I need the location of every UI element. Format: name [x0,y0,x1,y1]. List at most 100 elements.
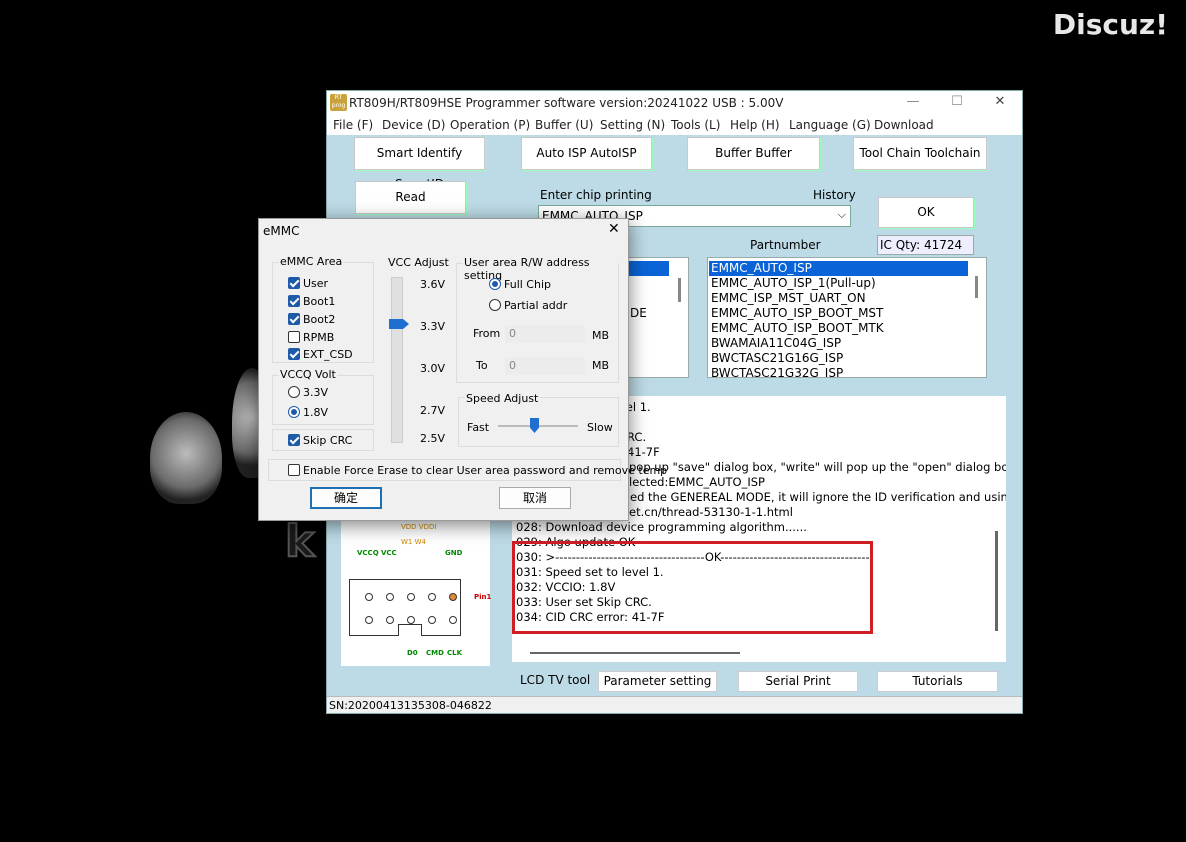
log-line: pop up "save" dialog box, "write" will p… [629,460,1006,474]
emmc-area-label: eMMC Area [279,255,344,268]
log-line: et.cn/thread-53130-1-1.html [629,505,793,519]
partial-addr-radio[interactable] [489,299,501,311]
skip-crc-checkbox[interactable] [288,434,300,446]
list-item[interactable]: DE [630,306,647,320]
list-item[interactable]: BWCTASC21G16G_ISP [711,351,843,366]
force-erase-label: Enable Force Erase to clear User area pa… [303,464,668,477]
vccq-3v3-radio[interactable] [288,386,300,398]
menu-download[interactable]: Download [874,118,934,132]
maximize-button[interactable]: ☐ [947,94,967,109]
boot1-checkbox-label: Boot1 [303,295,336,308]
window-title: RT809H/RT809HSE Programmer software vers… [349,96,784,110]
rpmb-checkbox-label: RPMB [303,331,335,344]
ext-csd-checkbox[interactable] [288,348,300,360]
vccq-1v8-label: 1.8V [303,406,329,419]
dialog-title: eMMC [263,224,300,238]
status-bar: SN:20200413135308-046822 [327,696,1022,713]
chevron-down-icon[interactable]: ⌵ [838,208,846,222]
vccq-label: VCCQ Volt [279,368,337,381]
menu-tools[interactable]: Tools (L) [671,118,720,132]
dialog-close-button[interactable]: ✕ [608,221,620,237]
list-item[interactable]: EMMC_AUTO_ISP_BOOT_MST [711,306,883,321]
skip-crc-label: Skip CRC [303,434,353,447]
vcc-tick: 2.7V [420,404,446,417]
lcd-tv-tool-label[interactable]: LCD TV tool [520,673,590,687]
connector-pins [365,593,457,624]
log-horizontal-scrollbar[interactable] [530,652,740,654]
chip-ok-button[interactable]: OK [878,197,974,228]
parameter-setting-button[interactable]: Parameter setting [598,671,717,692]
close-button[interactable]: ✕ [990,94,1010,109]
full-chip-radio[interactable] [489,278,501,290]
auto-isp-button[interactable]: Auto ISP AutoISP [521,137,652,170]
slow-label: Slow [587,421,613,434]
log-line: lected:EMMC_AUTO_ISP [629,475,765,489]
menu-buffer[interactable]: Buffer (U) [535,118,593,132]
log-vertical-scrollbar[interactable] [995,531,998,631]
menu-file[interactable]: File (F) [333,118,373,132]
boot2-checkbox[interactable] [288,313,300,325]
to-input[interactable]: 0 [505,357,585,375]
background-letter: k [284,515,315,568]
speed-label: Speed Adjust [465,392,540,405]
scrollbar[interactable] [678,278,681,302]
smart-identify-button[interactable]: Smart Identify SmartID [354,137,485,191]
watermark-logo: Discuz! [1052,8,1168,41]
vcc-slider-track[interactable] [391,277,403,443]
full-chip-label: Full Chip [504,278,551,291]
toolchain-button[interactable]: Tool Chain Toolchain [853,137,987,170]
list-item[interactable]: BWAMAIA11C04G_ISP [711,336,841,351]
menu-operation[interactable]: Operation (P) [450,118,530,132]
vcc-tick: 3.0V [420,362,446,375]
force-erase-checkbox[interactable] [288,464,300,476]
fast-label: Fast [467,421,490,434]
log-line: RC. [627,430,647,444]
list-item[interactable]: EMMC_ISP_MST_UART_ON [711,291,866,306]
history-label[interactable]: History [813,188,856,202]
from-label: From [473,327,501,340]
to-label: To [476,359,488,372]
serial-print-button[interactable]: Serial Print [738,671,858,692]
menu-help[interactable]: Help (H) [730,118,780,132]
title-bar: RT prog RT809H/RT809HSE Programmer softwa… [327,91,1022,115]
vcc-tick: 2.5V [420,432,446,445]
person-face [150,412,222,504]
emmc-pin-diagram: VDD VDDI W1 W4 VCCQ VCC GND Pin1 D0 CMD … [341,521,491,666]
tutorials-button[interactable]: Tutorials [877,671,998,692]
read-button[interactable]: Read [355,181,466,214]
menu-language[interactable]: Language (G) [789,118,871,132]
menu-bar: File (F) Device (D) Operation (P) Buffer… [327,115,1022,135]
highlight-box [512,541,873,634]
vcc-tick: 3.3V [420,320,446,333]
buffer-button[interactable]: Buffer Buffer [687,137,820,170]
list-item[interactable]: EMMC_AUTO_ISP_BOOT_MTK [711,321,884,336]
scrollbar[interactable] [975,276,978,298]
rpmb-checkbox[interactable] [288,331,300,343]
to-unit: MB [592,359,610,372]
partnumber-list[interactable]: EMMC_AUTO_ISP EMMC_AUTO_ISP_1(Pull-up) E… [707,257,987,378]
enter-chip-label: Enter chip printing [540,188,652,202]
dialog-cancel-button[interactable]: 取消 [499,487,571,509]
ic-qty: IC Qty: 41724 [877,235,974,255]
emmc-dialog: eMMC ✕ eMMC Area User Boot1 Boot2 RPMB E… [258,218,667,521]
vcc-slider-thumb[interactable] [389,319,409,329]
vcc-tick: 3.6V [420,278,446,291]
dialog-ok-button[interactable]: 确定 [310,487,382,509]
log-line: 028: Download device programming algorit… [516,520,807,534]
menu-device[interactable]: Device (D) [382,118,445,132]
minimize-button[interactable]: — [903,94,923,109]
app-logo-icon: RT prog [330,94,347,111]
list-item[interactable]: BWCTASC21G32G_ISP [711,366,843,377]
list-item[interactable]: EMMC_AUTO_ISP [711,261,812,276]
from-input[interactable]: 0 [505,325,585,343]
user-checkbox[interactable] [288,277,300,289]
list-selection [629,261,669,276]
log-line: 41-7F [627,445,660,459]
log-line: ed the GENEREAL MODE, it will ignore the… [630,490,1006,504]
menu-setting[interactable]: Setting (N) [600,118,665,132]
ext-csd-checkbox-label: EXT_CSD [303,348,353,361]
boot1-checkbox[interactable] [288,295,300,307]
vccq-1v8-radio[interactable] [288,406,300,418]
list-item[interactable]: EMMC_AUTO_ISP_1(Pull-up) [711,276,876,291]
user-checkbox-label: User [303,277,329,290]
